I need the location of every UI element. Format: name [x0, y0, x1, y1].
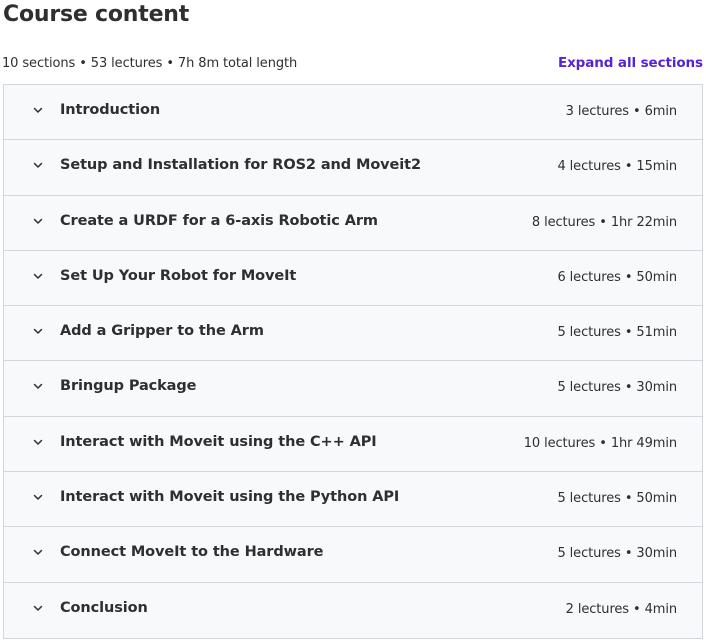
course-content-title: Course content — [3, 2, 190, 27]
section-title: Introduction — [60, 102, 161, 118]
section-item-cpp-api[interactable]: Interact with Moveit using the C++ API 1… — [4, 416, 702, 473]
section-meta: 6 lectures • 50min — [557, 269, 677, 285]
chevron-down-icon — [33, 107, 43, 113]
section-item-setup-installation[interactable]: Setup and Installation for ROS2 and Move… — [4, 140, 702, 196]
section-item-introduction[interactable]: Introduction 3 lectures • 6min — [4, 85, 702, 141]
section-meta: 5 lectures • 30min — [557, 546, 677, 562]
chevron-down-icon — [33, 550, 43, 556]
section-meta: 8 lectures • 1hr 22min — [531, 214, 677, 230]
section-title: Add a Gripper to the Arm — [60, 323, 264, 340]
section-item-python-api[interactable]: Interact with Moveit using the Python AP… — [4, 472, 702, 528]
chevron-down-icon — [33, 328, 43, 334]
section-title: Create a URDF for a 6-axis Robotic Arm — [60, 212, 378, 229]
section-meta: 5 lectures • 51min — [557, 325, 677, 341]
expand-all-sections-button[interactable]: Expand all sections — [558, 55, 703, 71]
section-meta: 5 lectures • 30min — [557, 380, 677, 396]
section-meta: 5 lectures • 50min — [557, 491, 677, 507]
section-item-conclusion[interactable]: Conclusion 2 lectures • 4min — [4, 582, 702, 638]
section-title: Set Up Your Robot for MoveIt — [60, 267, 297, 284]
section-item-set-up-robot[interactable]: Set Up Your Robot for MoveIt 6 lectures … — [4, 250, 702, 307]
section-title: Interact with Moveit using the Python AP… — [60, 489, 400, 506]
course-summary: 10 sections • 53 lectures • 7h 8m total … — [2, 56, 298, 71]
section-item-bringup-package[interactable]: Bringup Package 5 lectures • 30min — [4, 361, 702, 417]
section-title: Bringup Package — [60, 378, 197, 395]
section-meta: 10 lectures • 1hr 49min — [523, 435, 677, 451]
section-title: Connect MoveIt to the Hardware — [60, 544, 324, 561]
chevron-down-icon — [33, 384, 43, 390]
chevron-down-icon — [33, 439, 43, 445]
section-item-connect-hardware[interactable]: Connect MoveIt to the Hardware 5 lecture… — [4, 527, 702, 583]
chevron-down-icon — [33, 273, 43, 279]
section-title: Interact with Moveit using the C++ API — [60, 433, 377, 450]
course-summary-row: 10 sections • 53 lectures • 7h 8m total … — [0, 54, 706, 74]
chevron-down-icon — [33, 605, 43, 611]
chevron-down-icon — [33, 163, 43, 169]
sections-accordion: Introduction 3 lectures • 6min Setup and… — [3, 84, 703, 639]
section-item-create-urdf[interactable]: Create a URDF for a 6-axis Robotic Arm 8… — [4, 195, 702, 251]
chevron-down-icon — [33, 218, 43, 224]
section-title: Conclusion — [60, 599, 148, 616]
section-item-add-gripper[interactable]: Add a Gripper to the Arm 5 lectures • 51… — [4, 306, 702, 362]
section-meta: 2 lectures • 4min — [565, 601, 677, 617]
chevron-down-icon — [33, 494, 43, 500]
section-meta: 3 lectures • 6min — [565, 104, 677, 119]
section-meta: 4 lectures • 15min — [557, 159, 677, 175]
section-title: Setup and Installation for ROS2 and Move… — [60, 157, 421, 174]
